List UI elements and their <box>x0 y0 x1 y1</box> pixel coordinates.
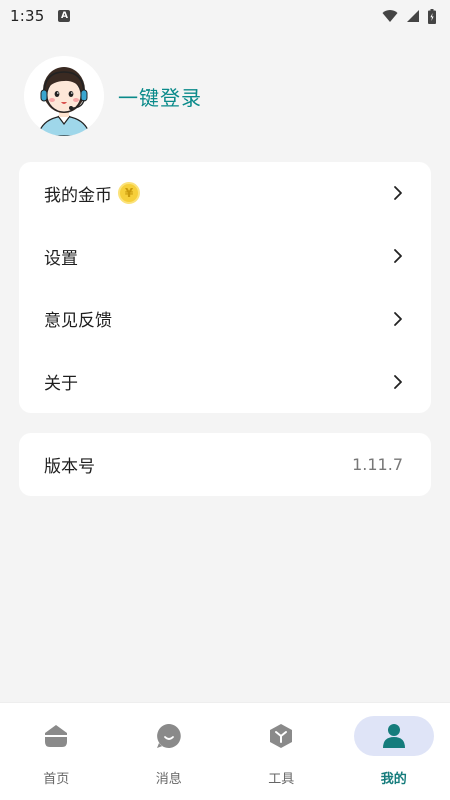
tools-icon <box>270 724 293 748</box>
version-card: 版本号 1.11.7 <box>19 433 431 496</box>
menu-item-settings[interactable]: 设置 <box>19 225 431 288</box>
tab-messages[interactable]: 消息 <box>113 703 225 800</box>
wifi-icon <box>382 10 398 22</box>
tab-home[interactable]: 首页 <box>0 703 112 800</box>
menu-item-label: 意见反馈 <box>44 311 112 332</box>
message-icon <box>156 724 181 748</box>
bottom-tab-bar: 首页 消息 工具 我的 <box>0 702 450 800</box>
version-label: 版本号 <box>44 457 95 477</box>
chevron-right-icon <box>393 185 403 201</box>
status-bar: 1:35 A <box>0 0 450 32</box>
tab-icon-wrap <box>241 716 321 756</box>
tab-profile[interactable]: 我的 <box>338 703 450 800</box>
notification-app-icon: A <box>58 10 71 22</box>
version-row: 版本号 1.11.7 <box>19 433 431 496</box>
tab-tools[interactable]: 工具 <box>225 703 337 800</box>
chevron-right-icon <box>393 248 403 264</box>
status-indicators <box>382 8 436 24</box>
profile-header: 一键登录 <box>24 56 202 136</box>
coin-icon: ¥ <box>118 182 140 205</box>
chevron-right-icon <box>393 374 403 390</box>
profile-icon <box>382 724 405 748</box>
chevron-right-icon <box>393 311 403 327</box>
tab-label: 消息 <box>155 772 182 787</box>
tab-label: 工具 <box>268 772 295 787</box>
tab-icon-wrap <box>353 716 434 756</box>
tab-icon-wrap <box>16 716 96 756</box>
avatar[interactable] <box>24 56 104 136</box>
tab-icon-wrap <box>129 716 209 756</box>
menu-card: 我的金币 ¥ 设置 意见反馈 关于 <box>19 162 431 413</box>
cell-signal-icon <box>407 10 419 22</box>
menu-item-label: 设置 <box>44 248 78 269</box>
menu-item-feedback[interactable]: 意见反馈 <box>19 288 431 351</box>
menu-item-label: 关于 <box>44 374 78 395</box>
status-time: 1:35 <box>10 7 45 25</box>
one-click-login-link[interactable]: 一键登录 <box>118 82 202 111</box>
menu-item-label: 我的金币 <box>44 185 112 206</box>
tab-label: 我的 <box>380 772 407 787</box>
version-value: 1.11.7 <box>352 455 403 474</box>
menu-item-coins[interactable]: 我的金币 ¥ <box>19 162 431 225</box>
tab-label: 首页 <box>43 772 70 787</box>
menu-item-about[interactable]: 关于 <box>19 350 431 413</box>
avatar-image <box>24 56 104 136</box>
battery-icon <box>428 8 436 24</box>
home-icon <box>45 725 68 747</box>
